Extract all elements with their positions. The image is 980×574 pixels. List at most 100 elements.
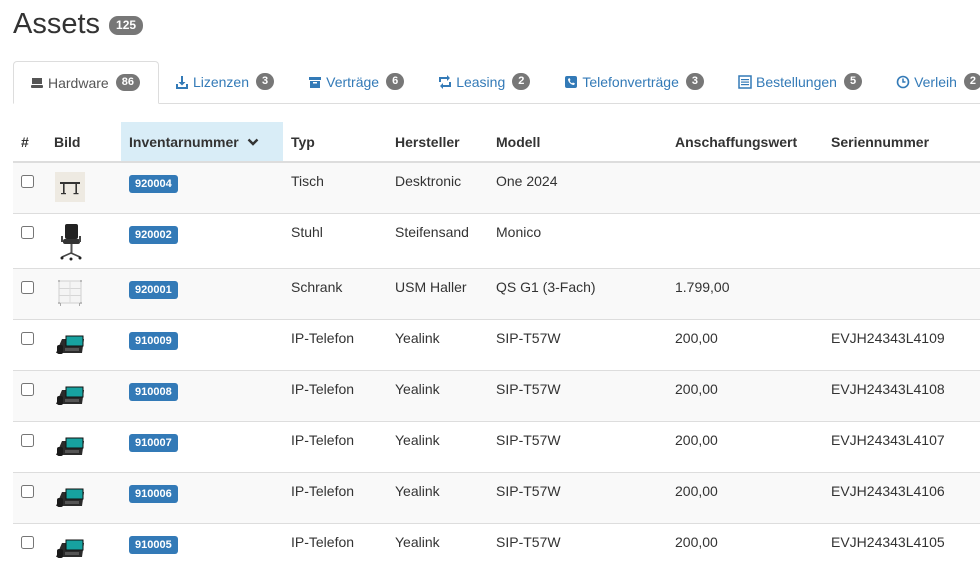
cell-model: Monico — [488, 212, 667, 268]
column-header-serial-number[interactable]: Seriennummer — [823, 122, 980, 163]
list-icon — [738, 74, 752, 89]
page-title: Assets — [13, 8, 101, 40]
table-row[interactable]: 920002 Stuhl Steifensand Monico — [13, 212, 980, 268]
cell-serial-number: EVJH24343L4105 — [823, 522, 980, 574]
cell-manufacturer: Yealink — [387, 369, 488, 421]
tab-verleih[interactable]: Verleih 2 — [880, 61, 980, 102]
cell-model: SIP-T57W — [488, 420, 667, 472]
tab-telefonvertraege[interactable]: Telefonverträge 3 — [548, 61, 722, 102]
clock-icon — [896, 75, 910, 89]
column-header-image: Bild — [46, 122, 121, 163]
cell-type: IP-Telefon — [283, 369, 387, 421]
tab-count-badge: 3 — [256, 73, 275, 90]
inventory-number-label[interactable]: 920004 — [129, 175, 178, 193]
inventory-number-label[interactable]: 920002 — [129, 225, 178, 244]
download-icon — [175, 75, 189, 89]
page-header: Assets 125 — [13, 6, 144, 42]
cell-type: Stuhl — [283, 212, 387, 268]
cell-manufacturer: Steifensand — [387, 212, 488, 268]
table-row[interactable]: 910005 IP-Telefon Yealink SIP-T57W 200,0… — [13, 522, 980, 574]
tab-bestellungen[interactable]: Bestellungen 5 — [722, 61, 880, 102]
table-header-row: # Bild Inventarnummer Typ Hersteller Mod… — [13, 122, 980, 163]
tab-hardware[interactable]: Hardware 86 — [13, 61, 159, 104]
column-header-select: # — [13, 122, 46, 163]
desk-icon — [55, 172, 85, 202]
tab-label: Verträge — [326, 73, 380, 90]
tab-label: Hardware — [48, 74, 109, 91]
tab-label: Bestellungen — [756, 73, 837, 90]
row-checkbox[interactable] — [21, 382, 34, 396]
inventory-number-label[interactable]: 910008 — [129, 382, 178, 401]
column-header-model[interactable]: Modell — [488, 122, 667, 163]
cell-serial-number — [823, 212, 980, 268]
cell-purchase-value — [667, 212, 823, 268]
asset-tabs: Hardware 86 Lizenzen 3 Verträge 6 Leasin… — [13, 61, 980, 104]
chevron-down-icon — [247, 138, 258, 146]
table-row[interactable]: 910009 IP-Telefon Yealink SIP-T57W 200,0… — [13, 318, 980, 370]
cell-purchase-value: 200,00 — [667, 471, 823, 523]
table-row[interactable]: 910007 IP-Telefon Yealink SIP-T57W 200,0… — [13, 420, 980, 472]
cell-model: One 2024 — [488, 161, 667, 213]
column-header-manufacturer[interactable]: Hersteller — [387, 122, 488, 163]
cabinet-icon — [58, 279, 82, 306]
tab-lizenzen[interactable]: Lizenzen 3 — [159, 61, 292, 102]
cell-purchase-value: 1.799,00 — [667, 267, 823, 319]
inventory-number-label[interactable]: 920001 — [129, 280, 178, 299]
row-checkbox[interactable] — [21, 535, 34, 549]
tab-leasing[interactable]: Leasing 2 — [422, 61, 548, 102]
row-checkbox[interactable] — [21, 280, 34, 294]
ip-phone-icon — [56, 437, 84, 456]
tab-count-badge: 5 — [843, 73, 863, 90]
inventory-number-label[interactable]: 910005 — [129, 535, 178, 554]
cell-model: SIP-T57W — [488, 471, 667, 523]
cell-manufacturer: Yealink — [387, 522, 488, 574]
column-header-type[interactable]: Typ — [283, 122, 387, 163]
column-header-label: Inventarnummer — [129, 133, 239, 150]
inventory-number-label[interactable]: 910006 — [129, 484, 178, 503]
row-checkbox[interactable] — [21, 331, 34, 345]
cell-purchase-value: 200,00 — [667, 522, 823, 574]
cell-manufacturer: USM Haller — [387, 267, 488, 319]
cell-type: IP-Telefon — [283, 420, 387, 472]
row-checkbox[interactable] — [21, 433, 34, 447]
chair-icon — [60, 223, 82, 260]
tab-label: Verleih — [914, 73, 957, 90]
cell-purchase-value — [667, 161, 823, 213]
column-header-inventory-number[interactable]: Inventarnummer — [121, 122, 283, 163]
hdd-icon — [30, 76, 44, 90]
ip-phone-icon — [56, 539, 84, 558]
inventory-number-label[interactable]: 910007 — [129, 433, 178, 452]
cell-model: SIP-T57W — [488, 318, 667, 370]
tab-count-badge: 3 — [685, 73, 704, 90]
asset-count-badge: 125 — [109, 15, 144, 35]
row-checkbox[interactable] — [21, 484, 34, 498]
row-checkbox[interactable] — [21, 175, 34, 188]
archive-icon — [308, 75, 322, 89]
tab-label: Telefonverträge — [582, 73, 679, 90]
cell-purchase-value: 200,00 — [667, 420, 823, 472]
tab-count-badge: 6 — [386, 73, 405, 90]
tab-count-badge: 2 — [512, 73, 531, 90]
tab-vertraege[interactable]: Verträge 6 — [292, 61, 422, 102]
cell-purchase-value: 200,00 — [667, 369, 823, 421]
ip-phone-icon — [56, 335, 84, 354]
tab-label: Leasing — [456, 73, 506, 90]
ip-phone-icon — [56, 488, 84, 507]
cell-model: SIP-T57W — [488, 369, 667, 421]
column-header-purchase-value[interactable]: Anschaffungswert — [667, 122, 823, 163]
table-row[interactable]: 910006 IP-Telefon Yealink SIP-T57W 200,0… — [13, 471, 980, 523]
tab-label: Lizenzen — [192, 73, 249, 90]
phone-icon — [564, 75, 578, 89]
cell-manufacturer: Yealink — [387, 318, 488, 370]
inventory-number-label[interactable]: 910009 — [129, 331, 178, 350]
table-row[interactable]: 920004 Tisch Desktronic One 2024 — [13, 161, 980, 213]
cell-type: Tisch — [283, 161, 387, 213]
row-checkbox[interactable] — [21, 225, 34, 239]
cell-type: IP-Telefon — [283, 471, 387, 523]
table-row[interactable]: 910008 IP-Telefon Yealink SIP-T57W 200,0… — [13, 369, 980, 421]
cell-serial-number — [823, 267, 980, 319]
table-row[interactable]: 920001 Schrank USM Haller QS G1 (3-Fach)… — [13, 267, 980, 319]
cell-model: QS G1 (3-Fach) — [488, 267, 667, 319]
cell-type: IP-Telefon — [283, 318, 387, 370]
cell-serial-number: EVJH24343L4109 — [823, 318, 980, 370]
